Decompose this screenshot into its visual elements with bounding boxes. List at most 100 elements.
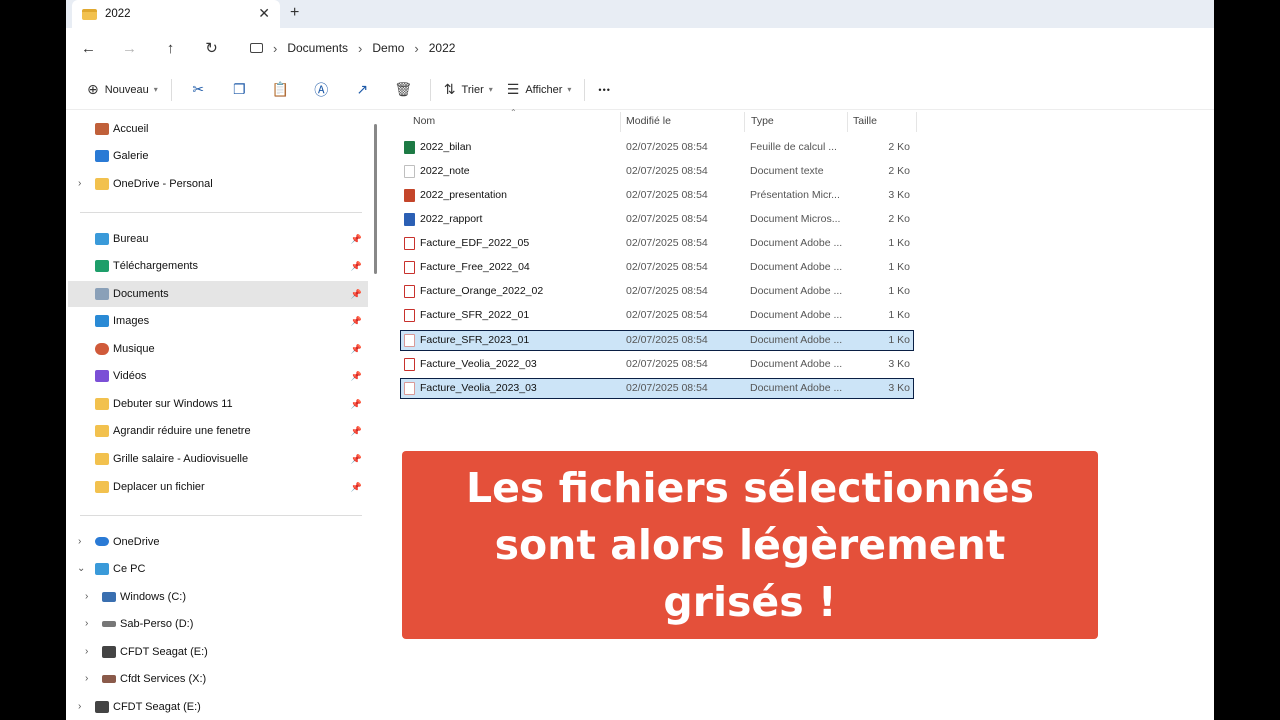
sidebar-item-onedrive-personal[interactable]: › OneDrive - Personal: [68, 171, 368, 197]
address-bar[interactable]: › Documents › Demo › 2022: [242, 32, 455, 64]
chevron-right-icon[interactable]: ›: [78, 178, 81, 189]
paste-icon[interactable]: 📋: [260, 74, 301, 106]
chevron-down-icon[interactable]: ⌄: [77, 563, 85, 574]
chevron-right-icon[interactable]: ›: [85, 646, 88, 657]
sidebar-item-cfdt-seagat-e-2[interactable]: › CFDT Seagat (E:): [68, 694, 368, 720]
sidebar-item-cfdt-services-x[interactable]: › Cfdt Services (X:): [68, 666, 368, 692]
sidebar-item-windows-c[interactable]: › Windows (C:): [68, 584, 368, 610]
column-divider[interactable]: [744, 112, 745, 132]
tab-2022[interactable]: 2022 ✕: [72, 0, 280, 28]
file-date: 02/07/2025 08:54: [626, 261, 708, 273]
column-divider[interactable]: [847, 112, 848, 132]
new-tab-button[interactable]: +: [290, 4, 299, 22]
file-row[interactable]: Facture_SFR_2022_01 02/07/2025 08:54 Doc…: [400, 305, 914, 326]
rename-icon[interactable]: Ⓐ: [301, 74, 342, 106]
column-divider[interactable]: [620, 112, 621, 132]
sidebar-divider: [80, 212, 362, 213]
file-row[interactable]: Facture_Veolia_2022_03 02/07/2025 08:54 …: [400, 354, 914, 375]
file-name: 2022_presentation: [420, 189, 507, 201]
file-type: Document Adobe ...: [750, 334, 843, 346]
up-button[interactable]: ↑: [150, 32, 191, 64]
videos-icon: [95, 370, 109, 382]
file-date: 02/07/2025 08:54: [626, 382, 708, 394]
more-options-button[interactable]: •••: [591, 74, 617, 106]
sidebar-item-images[interactable]: Images 📌: [68, 308, 368, 334]
sidebar-item-grille-salaire[interactable]: Grille salaire - Audiovisuelle 📌: [68, 446, 368, 472]
sidebar-item-galerie[interactable]: Galerie: [68, 143, 368, 169]
file-row[interactable]: Facture_Orange_2022_02 02/07/2025 08:54 …: [400, 281, 914, 302]
view-button[interactable]: ☰ Afficher ▾: [500, 74, 579, 106]
navigation-pane: Accueil Galerie › OneDrive - Personal Bu…: [66, 110, 370, 720]
column-header-type[interactable]: Type: [751, 115, 774, 127]
sidebar-item-telechargements[interactable]: Téléchargements 📌: [68, 253, 368, 279]
file-date: 02/07/2025 08:54: [626, 165, 708, 177]
file-row[interactable]: 2022_note 02/07/2025 08:54 Document text…: [400, 161, 914, 182]
chevron-right-icon: ›: [414, 40, 419, 56]
new-button[interactable]: ⊕ Nouveau ▾: [80, 74, 165, 106]
share-icon[interactable]: ↗: [342, 74, 383, 106]
sort-button[interactable]: ⇅ Trier ▾: [437, 74, 500, 106]
folder-icon: [95, 178, 109, 190]
sidebar-item-label: Images: [113, 315, 150, 327]
new-button-label: Nouveau: [104, 83, 149, 96]
sidebar-item-musique[interactable]: Musique 📌: [68, 336, 368, 362]
sidebar-item-agrandir-reduire[interactable]: Agrandir réduire une fenetre 📌: [68, 418, 368, 444]
column-header-name[interactable]: Nom: [413, 115, 435, 127]
file-type: Document Micros...: [750, 213, 841, 225]
sidebar-scrollbar[interactable]: [374, 124, 377, 274]
cut-icon[interactable]: ✂: [178, 74, 219, 106]
file-row[interactable]: 2022_rapport 02/07/2025 08:54 Document M…: [400, 209, 914, 230]
view-button-label: Afficher: [525, 83, 563, 96]
copy-icon[interactable]: ❐: [219, 74, 260, 106]
breadcrumb-2022[interactable]: 2022: [429, 41, 456, 55]
sidebar-item-videos[interactable]: Vidéos 📌: [68, 363, 368, 389]
sidebar-item-label: Vidéos: [113, 370, 147, 382]
sidebar-item-bureau[interactable]: Bureau 📌: [68, 226, 368, 252]
file-type: Document Adobe ...: [750, 382, 843, 394]
sidebar-item-accueil[interactable]: Accueil: [68, 116, 368, 142]
sidebar-item-label: OneDrive: [113, 536, 160, 548]
chevron-right-icon[interactable]: ›: [85, 673, 88, 684]
column-header-size[interactable]: Taille: [853, 115, 877, 127]
file-row[interactable]: Facture_EDF_2022_05 02/07/2025 08:54 Doc…: [400, 233, 914, 254]
sidebar-item-debuter-windows[interactable]: Debuter sur Windows 11 📌: [68, 391, 368, 417]
pdf-icon: [404, 309, 415, 322]
pin-icon: 📌: [350, 426, 362, 436]
file-row[interactable]: 2022_presentation 02/07/2025 08:54 Prése…: [400, 185, 914, 206]
pdf-icon: [404, 285, 415, 298]
file-size: 1 Ko: [888, 309, 910, 321]
navigation-bar: ← → ↑ ↻ › Documents › Demo › 2022: [66, 28, 1214, 68]
file-name: Facture_Veolia_2022_03: [420, 358, 537, 370]
documents-icon: [95, 288, 109, 300]
file-name: Facture_Veolia_2023_03: [420, 382, 537, 394]
file-date: 02/07/2025 08:54: [626, 213, 708, 225]
file-row[interactable]: 2022_bilan 02/07/2025 08:54 Feuille de c…: [400, 137, 914, 158]
file-row-selected[interactable]: Facture_Veolia_2023_03 02/07/2025 08:54 …: [400, 378, 914, 399]
sidebar-item-deplacer-fichier[interactable]: Deplacer un fichier 📌: [68, 474, 368, 500]
sidebar-item-documents[interactable]: Documents 📌: [68, 281, 368, 307]
drive-icon: [102, 621, 116, 627]
sidebar-item-ce-pc[interactable]: ⌄ Ce PC: [68, 556, 368, 582]
forward-button[interactable]: →: [109, 32, 150, 64]
file-row-selected[interactable]: Facture_SFR_2023_01 02/07/2025 08:54 Doc…: [400, 330, 914, 351]
breadcrumb-demo[interactable]: Demo: [372, 41, 404, 55]
chevron-right-icon[interactable]: ›: [85, 618, 88, 629]
chevron-right-icon[interactable]: ›: [85, 591, 88, 602]
plus-circle-icon: ⊕: [87, 81, 99, 97]
drive-icon: [95, 701, 109, 713]
chevron-right-icon[interactable]: ›: [78, 701, 81, 712]
column-divider[interactable]: [916, 112, 917, 132]
column-header-modified[interactable]: Modifié le: [626, 115, 671, 127]
file-row[interactable]: Facture_Free_2022_04 02/07/2025 08:54 Do…: [400, 257, 914, 278]
sidebar-item-sab-perso-d[interactable]: › Sab-Perso (D:): [68, 611, 368, 637]
delete-icon[interactable]: 🗑: [383, 74, 424, 106]
sidebar-item-cfdt-seagat-e[interactable]: › CFDT Seagat (E:): [68, 639, 368, 665]
sidebar-item-onedrive[interactable]: › OneDrive: [68, 529, 368, 555]
refresh-button[interactable]: ↻: [191, 32, 232, 64]
chevron-right-icon[interactable]: ›: [78, 536, 81, 547]
breadcrumb-documents[interactable]: Documents: [287, 41, 348, 55]
back-button[interactable]: ←: [68, 32, 109, 64]
file-size: 1 Ko: [888, 334, 910, 346]
file-date: 02/07/2025 08:54: [626, 285, 708, 297]
close-tab-icon[interactable]: ✕: [258, 5, 270, 22]
